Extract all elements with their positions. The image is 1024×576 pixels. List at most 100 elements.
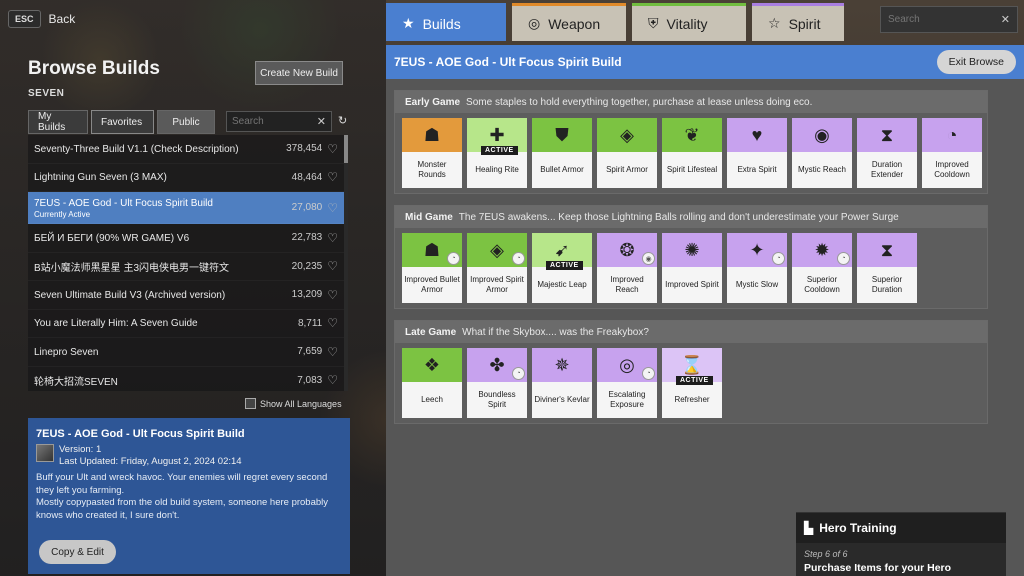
build-list-item[interactable]: 轮椅大招流SEVEN 7,083 ♡ <box>28 367 344 392</box>
item-label: Improved Reach <box>597 267 657 303</box>
item-icon: ☗ <box>402 118 462 152</box>
item-card[interactable]: ✺ Improved Spirit <box>662 233 722 303</box>
build-popularity-count: 48,464 <box>291 171 323 183</box>
create-new-build-button[interactable]: Create New Build <box>255 61 343 85</box>
item-card[interactable]: ◈ Spirit Armor <box>597 118 657 188</box>
esc-key[interactable]: ESC <box>8 10 41 28</box>
back-control[interactable]: ESC Back <box>8 10 75 28</box>
section-title: Mid Game <box>405 211 453 223</box>
detail-title: 7EUS - AOE God - Ult Focus Spirit Build <box>36 428 245 440</box>
item-card[interactable]: ➹ ACTIVE Majestic Leap <box>532 233 592 303</box>
tab-public[interactable]: Public <box>157 110 215 134</box>
browse-panel: ESC Back Browse Builds SEVEN Create New … <box>0 0 386 576</box>
build-list-item[interactable]: Seventy-Three Build V1.1 (Check Descript… <box>28 135 344 164</box>
item-card[interactable]: ❂ ◉ Improved Reach <box>597 233 657 303</box>
heart-icon[interactable]: ♡ <box>327 170 338 184</box>
heart-icon[interactable]: ♡ <box>327 345 338 359</box>
build-list-scrollbar[interactable] <box>344 135 348 391</box>
heart-icon[interactable]: ♡ <box>327 373 338 387</box>
item-card[interactable]: ☗ Monster Rounds <box>402 118 462 188</box>
build-list-item[interactable]: B站小魔法师黑星星 主3闪电侠电男一键符文 20,235 ♡ <box>28 253 344 281</box>
build-popularity-count: 13,209 <box>291 289 323 301</box>
build-list-item[interactable]: Linepro Seven 7,659 ♡ <box>28 338 344 367</box>
build-search-input[interactable] <box>232 116 312 127</box>
item-card[interactable]: ◉ Mystic Reach <box>792 118 852 188</box>
tab-spirit[interactable]: ☆ Spirit <box>752 3 844 41</box>
tab-my-builds[interactable]: My Builds <box>28 110 88 134</box>
build-list-item[interactable]: Seven Ultimate Build V3 (Archived versio… <box>28 281 344 310</box>
build-list-item[interactable]: БЕЙ И БЕГИ (90% WR GAME) V6 22,783 ♡ <box>28 224 344 253</box>
item-label: Duration Extender <box>857 152 917 188</box>
upgrade-badge-icon: ◔ <box>512 252 525 265</box>
currently-active-label: Currently Active <box>34 209 91 219</box>
training-icon: ▙ <box>804 521 814 535</box>
detail-description-2: Mostly copypasted from the old build sys… <box>36 497 329 521</box>
exit-browse-button[interactable]: Exit Browse <box>936 50 1016 74</box>
checkbox[interactable] <box>245 398 256 409</box>
build-list-item[interactable]: 7EUS - AOE God - Ult Focus Spirit Build C… <box>28 192 344 224</box>
item-card[interactable]: ✚ ACTIVE Healing Rite <box>467 118 527 188</box>
show-all-languages-label: Show All Languages <box>260 398 342 409</box>
hero-training-task: Purchase Items for your Hero <box>804 562 952 574</box>
build-section: Mid Game The 7EUS awakens... Keep those L… <box>394 205 988 309</box>
heart-icon[interactable]: ♡ <box>327 142 338 156</box>
build-list-item[interactable]: Lightning Gun Seven (3 MAX) 48,464 ♡ <box>28 164 344 192</box>
item-card[interactable]: ◈ ◔ Improved Spirit Armor <box>467 233 527 303</box>
show-all-languages-toggle[interactable]: Show All Languages <box>245 398 342 409</box>
item-icon: ✵ <box>532 348 592 382</box>
item-label: Refresher <box>662 382 722 418</box>
build-popularity-count: 20,235 <box>291 260 323 272</box>
item-card[interactable]: ♥ Extra Spirit <box>727 118 787 188</box>
heart-icon[interactable]: ♡ <box>327 201 338 215</box>
upgrade-badge-icon: ◉ <box>642 252 655 265</box>
item-card[interactable]: ✦ ◔ Mystic Slow <box>727 233 787 303</box>
tab-weapon[interactable]: ◎ Weapon <box>512 3 626 41</box>
item-card[interactable]: ◎ ◔ Escalating Exposure <box>597 348 657 418</box>
refresh-icon[interactable]: ↻ <box>338 114 347 127</box>
item-card[interactable]: ☗ ◔ Improved Bullet Armor <box>402 233 462 303</box>
heart-icon[interactable]: ♡ <box>327 288 338 302</box>
hero-training-panel[interactable]: ▙ Hero Training Step 6 of 6 Purchase Item… <box>796 512 1006 576</box>
item-card[interactable]: ⧗ Duration Extender <box>857 118 917 188</box>
item-label: Diviner's Kevlar <box>532 382 592 418</box>
item-icon: ⛊ <box>532 118 592 152</box>
item-card[interactable]: ⛊ Bullet Armor <box>532 118 592 188</box>
build-list-item[interactable]: You are Literally Him: A Seven Guide 8,71… <box>28 310 344 338</box>
tab-favorites[interactable]: Favorites <box>91 110 154 134</box>
item-label: Superior Duration <box>857 267 917 303</box>
detail-meta: Version: 1 Last Updated: Friday, August … <box>36 444 342 468</box>
clear-icon[interactable]: ✕ <box>1001 13 1010 26</box>
shop-search-input[interactable] <box>888 14 998 25</box>
tab-vitality-label: Vitality <box>666 15 708 32</box>
shop-tabs: ★ Builds ◎ Weapon ⛨ Vitality ☆ Spirit <box>386 3 844 41</box>
item-label: Improved Bullet Armor <box>402 267 462 303</box>
active-badge: ACTIVE <box>546 261 583 270</box>
build-name: БЕЙ И БЕГИ (90% WR GAME) V6 <box>34 232 190 244</box>
item-card[interactable]: ✵ Diviner's Kevlar <box>532 348 592 418</box>
scrollbar-thumb[interactable] <box>344 135 348 163</box>
upgrade-badge-icon: ◔ <box>512 367 525 380</box>
tab-builds[interactable]: ★ Builds <box>386 3 506 41</box>
item-card[interactable]: ❦ Spirit Lifesteal <box>662 118 722 188</box>
heart-icon[interactable]: ♡ <box>327 259 338 273</box>
item-card[interactable]: ⧗ Superior Duration <box>857 233 917 303</box>
item-card[interactable]: ◔ Improved Cooldown <box>922 118 982 188</box>
star-icon: ★ <box>402 15 415 31</box>
tab-vitality[interactable]: ⛨ Vitality <box>632 3 746 41</box>
item-label: Escalating Exposure <box>597 382 657 418</box>
heart-icon[interactable]: ♡ <box>327 231 338 245</box>
item-card[interactable]: ⌛ ACTIVE Refresher <box>662 348 722 418</box>
item-label: Boundless Spirit <box>467 382 527 418</box>
detail-version: Version: 1 <box>59 444 102 455</box>
section-title: Late Game <box>405 326 457 338</box>
clear-icon[interactable]: ✕ <box>317 115 326 128</box>
copy-edit-button[interactable]: Copy & Edit <box>39 540 116 564</box>
upgrade-badge-icon: ◔ <box>642 367 655 380</box>
build-content: Early Game Some staples to hold everythin… <box>386 79 1024 576</box>
item-card[interactable]: ✹ ◔ Superior Cooldown <box>792 233 852 303</box>
item-card[interactable]: ✤ ◔ Boundless Spirit <box>467 348 527 418</box>
back-label[interactable]: Back <box>49 12 76 26</box>
heart-icon[interactable]: ♡ <box>327 316 338 330</box>
section-description: What if the Skybox.... was the Freakybox… <box>462 326 649 338</box>
item-card[interactable]: ❖ Leech <box>402 348 462 418</box>
